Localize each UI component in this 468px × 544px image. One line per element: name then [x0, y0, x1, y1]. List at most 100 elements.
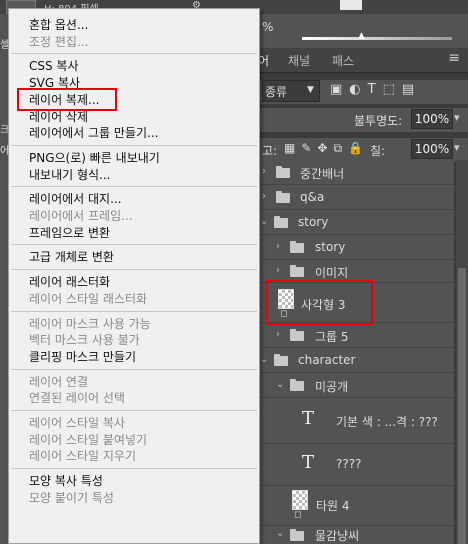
- preview-thumbnail: [340, 0, 362, 10]
- context-menu-item: 조정 편집...: [29, 34, 89, 49]
- context-menu-item[interactable]: 레이어 래스터화: [29, 274, 110, 290]
- tab-paths[interactable]: 패스: [332, 52, 354, 69]
- folder-icon: [290, 265, 304, 277]
- filter-kind-select[interactable]: 종류 ▼: [262, 80, 320, 102]
- properties-strip: % ▲: [258, 14, 468, 48]
- context-menu-item[interactable]: 프레임으로 변환: [29, 225, 110, 241]
- folder-icon: [290, 529, 304, 541]
- layer-name: 기본 색 : ...격 : ???: [336, 415, 438, 429]
- layer-row[interactable]: T ????: [258, 444, 454, 486]
- layer-row[interactable]: ⌄ story: [258, 210, 454, 235]
- menu-separator: [11, 468, 257, 470]
- context-menu-item[interactable]: 클리핑 마스크 만들기: [29, 349, 136, 365]
- context-menu-item: 레이어 마스크 사용 가능: [29, 316, 151, 331]
- lock-label: 고:: [262, 144, 278, 158]
- context-menu-item: 레이어 연결: [29, 374, 89, 389]
- menu-separator: [11, 144, 257, 146]
- chevron-down-icon[interactable]: ⌄: [276, 379, 284, 390]
- lock-icons[interactable]: ▦✎✥⧉🔒: [284, 141, 369, 156]
- filter-icons[interactable]: ▣◐T⬚▤: [330, 82, 421, 97]
- filter-kind-label: 종류: [265, 85, 288, 99]
- chevron-right-icon[interactable]: ›: [276, 265, 280, 276]
- folder-icon: [290, 329, 304, 341]
- slider-knob-icon[interactable]: ▲: [358, 31, 365, 41]
- folder-icon: [276, 166, 290, 178]
- layer-row[interactable]: › story: [258, 235, 454, 260]
- chevron-down-icon[interactable]: ▾: [454, 141, 460, 154]
- chevron-right-icon[interactable]: ›: [262, 166, 266, 177]
- color-slider[interactable]: [302, 37, 452, 40]
- context-menu-item[interactable]: 모양 복사 특성: [29, 473, 103, 489]
- layer-name: story: [315, 240, 346, 254]
- layer-row[interactable]: ⌄ 미공개: [258, 373, 454, 398]
- layers-scrollbar[interactable]: [456, 160, 468, 544]
- context-menu-item: 레이어에서 프레임...: [29, 209, 133, 223]
- layer-row[interactable]: › q&a: [258, 185, 454, 210]
- menu-separator: [11, 410, 257, 411]
- shape-icon: ◻: [294, 510, 302, 520]
- layer-filter-row: 종류 ▼ ▣◐T⬚▤: [258, 80, 468, 104]
- context-menu-item: 모양 붙이기 특성: [29, 490, 114, 505]
- layer-name: 그룹 5: [315, 330, 349, 344]
- panel-tabs: 어 채널 패스 ≡: [258, 48, 468, 73]
- left-strip: 셀 크 어: [0, 14, 9, 544]
- layer-name: q&a: [300, 190, 325, 204]
- opacity-input[interactable]: 100%: [411, 109, 453, 129]
- lock-row: 고: ▦✎✥⧉🔒 칠: 100% ▾: [258, 138, 468, 162]
- layer-name: character: [298, 353, 356, 367]
- context-menu-item[interactable]: 레이어에서 그룹 만들기...: [29, 125, 158, 141]
- menu-separator: [11, 368, 257, 370]
- layer-name: 이미지: [315, 266, 349, 280]
- context-menu-item: 레이어 스타일 지우기: [29, 449, 136, 464]
- chevron-right-icon[interactable]: ›: [262, 191, 266, 202]
- folder-icon: [274, 354, 288, 366]
- chevron-down-icon[interactable]: ⌄: [276, 528, 284, 539]
- context-menu-item: 연결된 레이어 선택: [29, 391, 125, 406]
- chevron-right-icon[interactable]: ›: [276, 329, 280, 340]
- scrollbar-thumb[interactable]: [458, 268, 466, 544]
- folder-icon: [274, 216, 288, 228]
- context-menu-item: 레이어 스타일 붙여넣기: [29, 432, 148, 447]
- chevron-down-icon: ▼: [307, 85, 314, 95]
- layer-name: ????: [336, 457, 362, 471]
- layer-row[interactable]: › 중간배너: [258, 160, 454, 185]
- folder-icon: [276, 191, 290, 203]
- chevron-down-icon[interactable]: ⌄: [260, 354, 268, 365]
- opacity-label: 불투명도:: [354, 114, 403, 128]
- highlight-box: [17, 88, 117, 111]
- chevron-down-icon[interactable]: ▾: [454, 111, 460, 124]
- highlight-box: [266, 280, 373, 325]
- tab-channels[interactable]: 채널: [288, 52, 310, 69]
- context-menu-item[interactable]: CSS 복사: [29, 58, 79, 74]
- context-menu-item: 레이어 스타일 래스터화: [29, 291, 148, 306]
- panel-menu-icon[interactable]: ≡: [448, 50, 460, 66]
- layer-name: story: [298, 215, 329, 229]
- layer-row[interactable]: ⌄ character: [258, 348, 454, 373]
- layers-list: › 중간배너 › q&a ⌄ story › story › 이미지 ◻ 사각형…: [258, 160, 454, 544]
- context-menu-item[interactable]: PNG으(로) 빠른 내보내기: [29, 150, 160, 166]
- context-menu-item[interactable]: 혼합 옵션...: [29, 17, 88, 33]
- layer-row[interactable]: › 그룹 5: [258, 323, 454, 348]
- layer-row[interactable]: ◻ 타원 4: [258, 486, 454, 526]
- chevron-right-icon[interactable]: ›: [276, 241, 280, 252]
- context-menu-item[interactable]: 내보내기 형식...: [29, 167, 111, 183]
- layer-row[interactable]: ⌄ 물감냥씨: [258, 526, 454, 544]
- layer-name: 중간배너: [300, 167, 345, 181]
- text-layer-icon: T: [302, 452, 315, 473]
- opacity-percent: %: [262, 20, 274, 34]
- folder-icon: [290, 379, 304, 391]
- folder-icon: [290, 241, 304, 253]
- menu-separator: [11, 310, 257, 312]
- context-menu-item[interactable]: 레이어에서 대지...: [29, 191, 122, 207]
- layer-row[interactable]: T 기본 색 : ...격 : ???: [258, 398, 454, 444]
- layer-thumbnail: [292, 490, 308, 510]
- chevron-down-icon[interactable]: ⌄: [260, 216, 268, 227]
- context-menu-item[interactable]: 고급 개체로 변환: [29, 249, 114, 265]
- menu-separator: [11, 53, 257, 55]
- layer-name: 물감냥씨: [315, 529, 360, 543]
- fill-label: 칠:: [370, 144, 386, 158]
- context-menu-item: 벡터 마스크 사용 불가: [29, 333, 140, 348]
- context-menu-item: 레이어 스타일 복사: [29, 416, 125, 430]
- menu-separator: [11, 269, 257, 271]
- fill-input[interactable]: 100%: [411, 139, 453, 159]
